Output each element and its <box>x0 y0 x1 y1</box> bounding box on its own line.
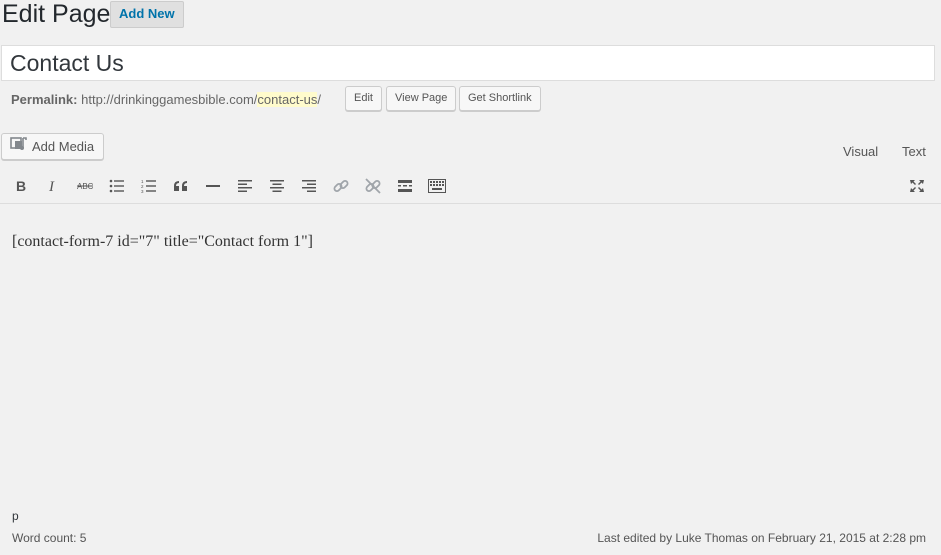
last-edited-info: Last edited by Luke Thomas on February 2… <box>597 531 926 545</box>
align-right-icon[interactable] <box>295 174 323 198</box>
permalink-trailing-slash: / <box>317 92 322 107</box>
page-title: Edit Page <box>2 0 111 28</box>
add-media-button[interactable]: Add Media <box>1 133 105 160</box>
permalink-slug[interactable]: contact-us <box>257 92 318 107</box>
element-path[interactable]: p <box>12 509 19 523</box>
add-media-icon <box>10 135 28 160</box>
permalink-base-url: http://drinkinggamesbible.com/ <box>81 92 258 107</box>
strikethrough-icon[interactable]: ABC <box>71 174 99 198</box>
numbered-list-icon[interactable]: 123 <box>135 174 163 198</box>
svg-text:3: 3 <box>141 189 144 193</box>
permalink-label: Permalink: <box>11 92 78 107</box>
align-left-icon[interactable] <box>231 174 259 198</box>
tab-visual[interactable]: Visual <box>843 143 878 161</box>
align-center-icon[interactable] <box>263 174 291 198</box>
fullscreen-icon[interactable] <box>903 174 931 198</box>
editor-toolbar: B I ABC 123 <box>0 173 941 204</box>
get-shortlink-button[interactable]: Get Shortlink <box>459 86 541 111</box>
tab-text[interactable]: Text <box>902 143 926 161</box>
permalink-row: Permalink: http://drinkinggamesbible.com… <box>11 90 321 110</box>
view-page-button[interactable]: View Page <box>386 86 457 111</box>
editor-content-text: [contact-form-7 id="7" title="Contact fo… <box>12 233 313 250</box>
horizontal-line-icon[interactable] <box>199 174 227 198</box>
word-count: Word count: 5 <box>12 531 87 545</box>
svg-text:B: B <box>16 179 26 193</box>
toolbar-toggle-icon[interactable] <box>423 174 451 198</box>
bold-icon[interactable]: B <box>7 174 35 198</box>
italic-icon[interactable]: I <box>39 174 67 198</box>
unlink-icon[interactable] <box>359 174 387 198</box>
blockquote-icon[interactable] <box>167 174 195 198</box>
read-more-icon[interactable] <box>391 174 419 198</box>
add-new-button[interactable]: Add New <box>110 1 184 28</box>
add-media-label: Add Media <box>32 139 95 154</box>
svg-text:I: I <box>48 179 55 193</box>
edit-permalink-button[interactable]: Edit <box>345 86 382 111</box>
link-icon[interactable] <box>327 174 355 198</box>
post-title-input[interactable] <box>1 45 935 81</box>
bulleted-list-icon[interactable] <box>103 174 131 198</box>
